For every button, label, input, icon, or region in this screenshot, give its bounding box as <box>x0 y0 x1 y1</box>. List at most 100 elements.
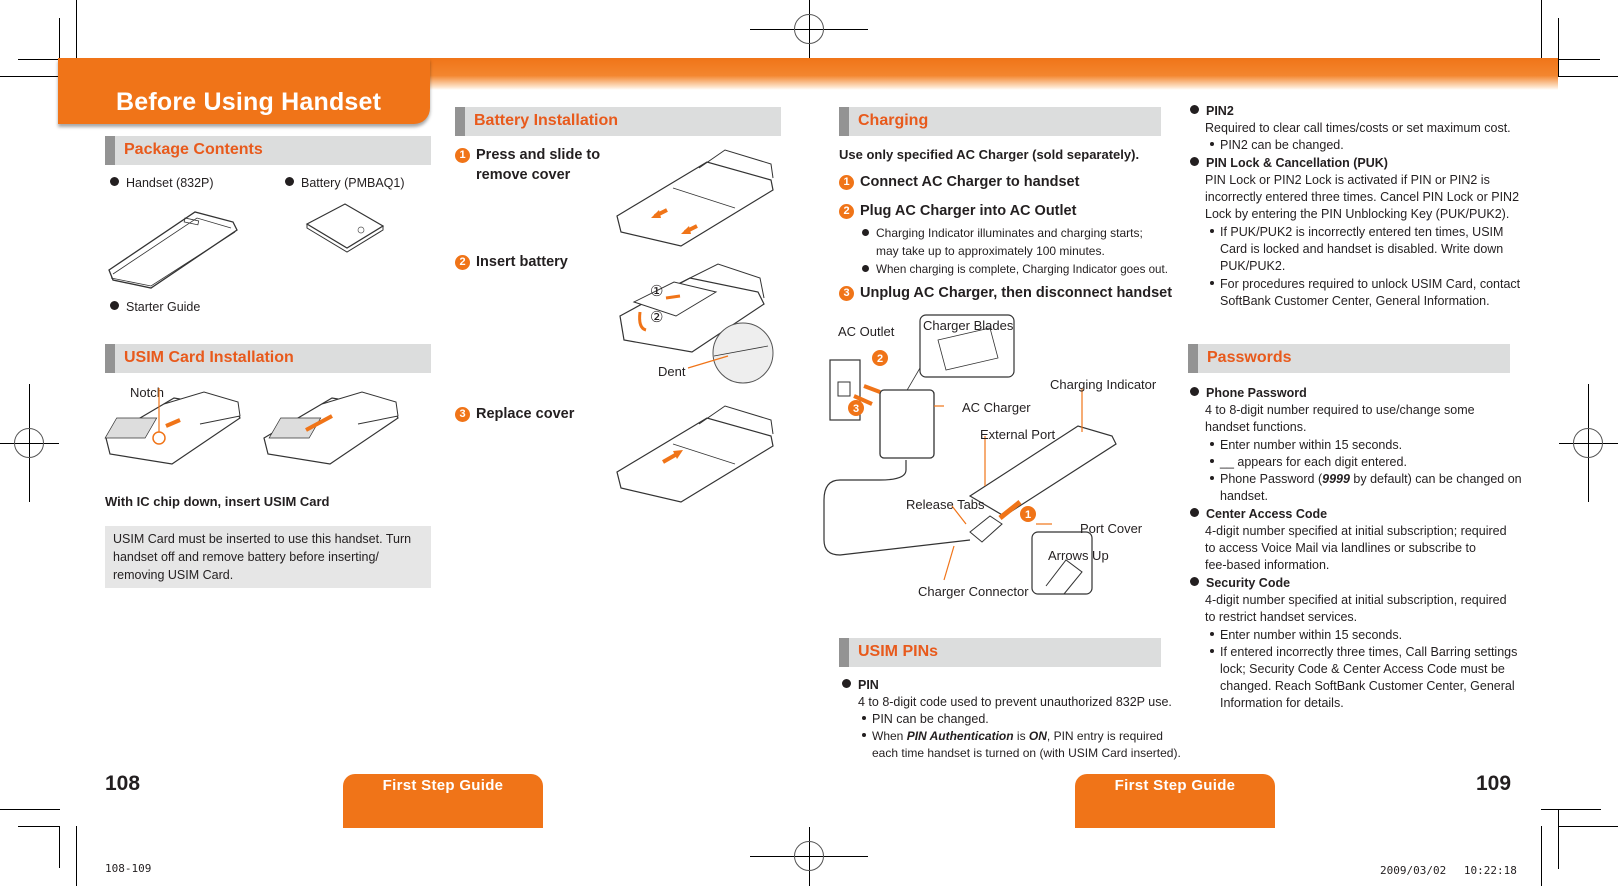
phone-password-bullet: Phone Password (9999 by default) can be … <box>1210 471 1522 489</box>
pin-bullet-cont: each time handset is turned on (with USI… <box>872 746 1181 760</box>
footer-tab-label: First Step Guide <box>1114 777 1236 794</box>
battery-step-3: 3 Replace cover <box>455 404 574 424</box>
bullet-text: Phone Password ( <box>1220 472 1323 486</box>
center-access-desc: 4-digit number specified at initial subs… <box>1205 524 1507 538</box>
phone-password-desc: 4 to 8-digit number required to use/chan… <box>1205 403 1475 417</box>
registration-mark <box>14 428 44 458</box>
center-access-desc: to access Voice Mail via landlines or su… <box>1205 541 1476 555</box>
item-label: Handset (832P) <box>126 176 214 190</box>
bullet-text: PIN2 can be changed. <box>1220 138 1344 152</box>
bullet-icon <box>862 229 869 236</box>
bullet-icon <box>862 733 866 737</box>
footer-tab-right: First Step Guide <box>1075 774 1275 828</box>
label-charger-blades: Charger Blades <box>923 318 1014 333</box>
security-code-bullet: Enter number within 15 seconds. <box>1210 627 1402 645</box>
pin-bullet: PIN can be changed. <box>862 711 989 729</box>
list-item: Battery (PMBAQ1) <box>285 175 405 193</box>
section-battery-installation: Battery Installation <box>455 107 781 136</box>
bullet-text: PIN can be changed. <box>872 712 989 726</box>
step-text: Insert battery <box>476 254 568 270</box>
pin-title: PIN <box>842 677 879 695</box>
step-number: 1 <box>839 175 854 190</box>
section-package-contents: Package Contents <box>105 136 431 165</box>
section-heading: USIM Card Installation <box>124 349 294 366</box>
bullet-icon <box>1190 508 1199 517</box>
step-number: 3 <box>839 286 854 301</box>
bullet-icon <box>285 177 294 186</box>
step-text: Unplug AC Charger, then disconnect hands… <box>860 285 1173 301</box>
security-code-bullet-cont: changed. Reach SoftBank Customer Center,… <box>1220 679 1515 693</box>
footer-tab-left: First Step Guide <box>343 774 543 828</box>
dent-label: Dent <box>658 364 686 379</box>
step-number: 2 <box>455 255 470 270</box>
usim-instruction: With IC chip down, insert USIM Card <box>105 494 330 509</box>
label-charger-connector: Charger Connector <box>918 584 1029 599</box>
list-item: Handset (832P) <box>110 175 214 193</box>
usim-insert-illustration-2 <box>263 391 399 465</box>
bullet-text: by default) can be changed on <box>1349 472 1522 486</box>
puk-bullet-cont: PUK/PUK2. <box>1220 259 1286 273</box>
bullet-icon <box>862 716 866 720</box>
security-code-title: Security Code <box>1190 575 1290 593</box>
charging-bullet-cont: may take up to approximately 100 minutes… <box>876 244 1105 258</box>
registration-mark <box>1573 428 1603 458</box>
charging-step-1: 1 Connect AC Charger to handset <box>839 172 1079 192</box>
phone-password-bullet: __ appears for each digit entered. <box>1210 454 1407 472</box>
charging-step-2: 2 Plug AC Charger into AC Outlet <box>839 201 1076 221</box>
bullet-icon <box>1210 476 1214 480</box>
bullet-icon <box>1210 459 1214 463</box>
setting-value: ON <box>1028 729 1047 743</box>
bullet-icon <box>1190 157 1199 166</box>
security-code-desc: to restrict handset services. <box>1205 610 1358 624</box>
item-label: Starter Guide <box>126 300 201 314</box>
bullet-text: Charging Indicator illuminates and charg… <box>876 226 1143 240</box>
bullet-icon <box>1210 442 1214 446</box>
charging-diagram: 2 3 1 <box>823 314 1117 595</box>
step-text: Replace cover <box>476 406 575 422</box>
puk-title: PIN Lock & Cancellation (PUK) <box>1190 155 1388 173</box>
bullet-text: When <box>872 729 907 743</box>
step-number: 3 <box>455 407 470 422</box>
charging-bullet: Charging Indicator illuminates and charg… <box>862 225 1143 243</box>
note-text: USIM Card must be inserted to use this h… <box>113 532 412 582</box>
section-usim-pins: USIM PINs <box>839 638 1161 667</box>
print-timestamp: 2009/03/02 10:22:18 <box>1380 864 1517 877</box>
step-text: Press and slide to <box>476 147 601 163</box>
label-ac-outlet: AC Outlet <box>838 324 895 339</box>
section-charging: Charging <box>839 107 1161 136</box>
security-code-bullet-cont: lock; Security Code & Center Access Code… <box>1220 662 1505 676</box>
bullet-text: When charging is complete, Charging Indi… <box>876 263 1168 276</box>
phone-password-bullet-cont: handset. <box>1220 489 1268 503</box>
center-access-desc: fee-based information. <box>1205 558 1330 572</box>
bullet-icon <box>110 177 119 186</box>
item-title: Phone Password <box>1206 386 1307 400</box>
marker-2: 2 <box>877 353 883 365</box>
section-heading: USIM PINs <box>858 643 939 660</box>
puk-desc: PIN Lock or PIN2 Lock is activated if PI… <box>1205 173 1490 187</box>
bullet-text: , PIN entry is required <box>1046 729 1163 743</box>
bullet-icon <box>862 265 869 272</box>
bullet-text: is <box>1013 729 1029 743</box>
marker-3: 3 <box>853 403 859 415</box>
item-title: PIN2 <box>1206 104 1234 118</box>
pin2-title: PIN2 <box>1190 103 1234 121</box>
bullet-icon <box>1210 649 1214 653</box>
pin-desc: 4 to 8-digit code used to prevent unauth… <box>858 695 1172 709</box>
bullet-icon <box>1210 632 1214 636</box>
pin-bullet: When PIN Authentication is ON, PIN entry… <box>862 728 1163 746</box>
charging-bullet: When charging is complete, Charging Indi… <box>862 261 1168 279</box>
label-port-cover: Port Cover <box>1080 521 1143 536</box>
bullet-icon <box>1190 105 1199 114</box>
puk-bullet: For procedures required to unlock USIM C… <box>1210 276 1520 294</box>
step-number: 2 <box>839 204 854 219</box>
replace-cover-illustration <box>616 405 774 503</box>
charging-intro: Use only specified AC Charger (sold sepa… <box>839 147 1140 162</box>
digit-mask-glyph: __ <box>1220 455 1234 469</box>
phone-password-bullet: Enter number within 15 seconds. <box>1210 437 1402 455</box>
puk-bullet: If PUK/PUK2 is incorrectly entered ten t… <box>1210 224 1503 242</box>
section-heading: Battery Installation <box>474 112 619 129</box>
default-password: 9999 <box>1322 472 1350 486</box>
bullet-icon <box>1210 229 1214 233</box>
insert-mark-1: ① <box>650 283 664 300</box>
insert-battery-illustration <box>619 263 774 384</box>
